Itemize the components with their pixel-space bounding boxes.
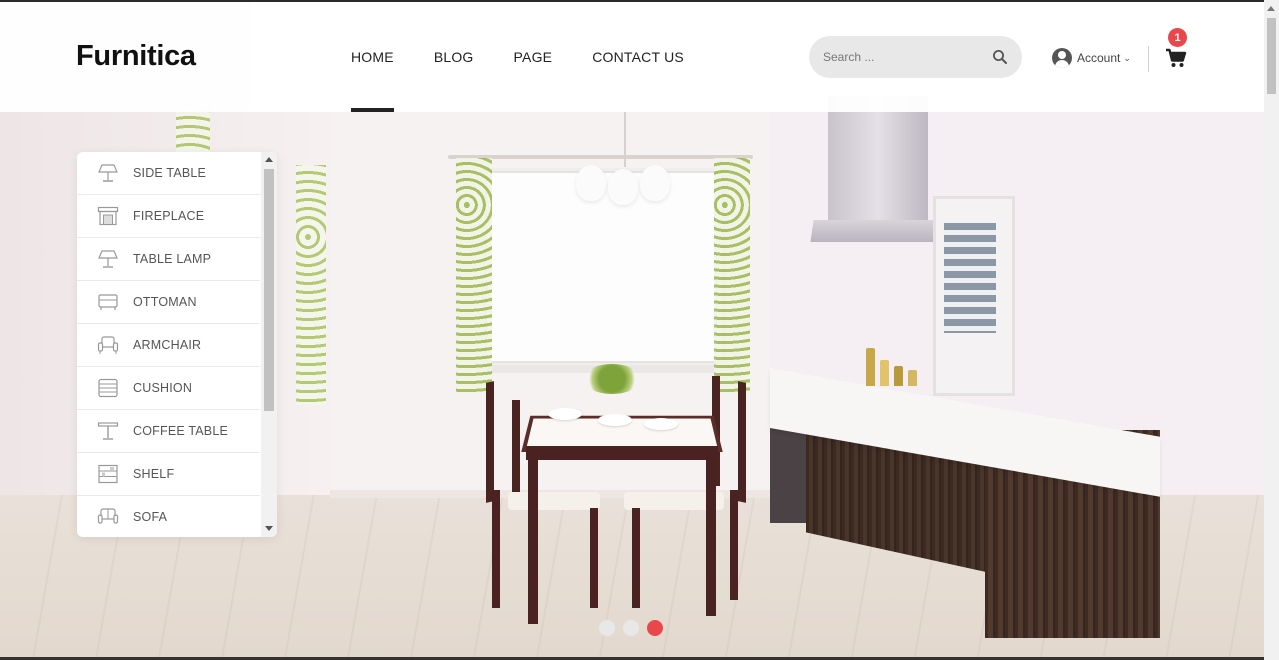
table-apron [526, 446, 718, 460]
nav-blog[interactable]: BLOG [434, 2, 474, 112]
category-label: ARMCHAIR [133, 338, 202, 352]
category-label: SIDE TABLE [133, 166, 207, 180]
lamp-icon [96, 248, 120, 270]
nav-contact-label: CONTACT US [592, 49, 684, 65]
search-icon[interactable] [992, 49, 1008, 65]
curtain-left [456, 158, 492, 393]
category-label: CUSHION [133, 381, 193, 395]
site-header: Furnitica HOME BLOG PAGE CONTACT US Acco… [0, 2, 1264, 112]
category-scrollbar-thumb[interactable] [264, 169, 274, 411]
nav-contact-us[interactable]: CONTACT US [592, 2, 684, 112]
category-item-shelf[interactable]: SHELF [77, 453, 260, 496]
flower-vase [583, 364, 641, 394]
account-menu[interactable]: Account ⌄ [1052, 48, 1131, 68]
nav-home[interactable]: HOME [351, 2, 394, 112]
category-item-fireplace[interactable]: FIREPLACE [77, 195, 260, 238]
search-box [809, 36, 1022, 78]
lamp-icon [96, 162, 120, 184]
curtain-rod [448, 155, 753, 159]
category-item-table-lamp[interactable]: TABLE LAMP [77, 238, 260, 281]
sofa-icon [96, 506, 120, 528]
chevron-down-icon: ⌄ [1123, 52, 1131, 63]
chair-seat [508, 492, 600, 510]
chair [512, 400, 520, 496]
fireplace-icon [96, 205, 120, 227]
slider-dot-3[interactable] [647, 620, 663, 636]
nav-page-label: PAGE [513, 49, 553, 65]
curtain-left-far-2 [296, 165, 326, 405]
page-scroll-up-arrow-icon[interactable] [1267, 6, 1275, 11]
cart-count-badge: 1 [1168, 28, 1187, 47]
cushion-icon [96, 377, 120, 399]
coffee-table-icon [96, 420, 120, 442]
cart-icon[interactable] [1165, 48, 1187, 68]
category-menu: SIDE TABLE FIREPLACE TABLE LAMP OTTOMAN … [77, 152, 277, 537]
nav-home-label: HOME [351, 49, 394, 65]
user-icon [1052, 48, 1072, 68]
scroll-down-arrow-icon[interactable] [265, 526, 273, 531]
category-label: COFFEE TABLE [133, 424, 229, 438]
category-label: FIREPLACE [133, 209, 205, 223]
category-item-side-table[interactable]: SIDE TABLE [77, 152, 260, 195]
nav-active-indicator [351, 108, 394, 112]
page-scrollbar-thumb[interactable] [1267, 18, 1276, 94]
main-nav: HOME BLOG PAGE CONTACT US [351, 2, 724, 112]
category-item-sofa[interactable]: SOFA [77, 496, 260, 537]
shelf-icon [96, 463, 120, 485]
page-scrollbar[interactable] [1264, 0, 1279, 660]
chair-leg [590, 508, 598, 608]
category-label: OTTOMAN [133, 295, 197, 309]
category-item-ottoman[interactable]: OTTOMAN [77, 281, 260, 324]
category-item-coffee-table[interactable]: COFFEE TABLE [77, 410, 260, 453]
range-hood [828, 96, 928, 226]
slider-dot-1[interactable] [599, 620, 615, 636]
bottles [866, 340, 926, 386]
ottoman-icon [96, 291, 120, 313]
site-logo[interactable]: Furnitica [76, 40, 196, 73]
table-leg [706, 456, 716, 616]
category-scrollbar[interactable] [261, 152, 277, 537]
armchair-icon [96, 334, 120, 356]
nav-page[interactable]: PAGE [514, 2, 553, 112]
account-label: Account [1077, 51, 1121, 65]
scroll-up-arrow-icon[interactable] [265, 157, 273, 162]
slider-pagination [599, 620, 671, 636]
chair-leg [632, 508, 640, 608]
slider-dot-2[interactable] [623, 620, 639, 636]
table-plates [548, 400, 688, 430]
chair [486, 381, 494, 503]
chair [738, 381, 746, 503]
back-door [933, 196, 1015, 396]
category-label: SOFA [133, 510, 168, 524]
header-divider [1148, 46, 1149, 72]
chair-leg [730, 490, 738, 600]
curtain-right [714, 158, 750, 393]
lamp-cord [624, 112, 626, 167]
pendant-lamp [576, 165, 674, 205]
nav-blog-label: BLOG [433, 49, 474, 65]
category-label: SHELF [133, 467, 175, 481]
category-label: TABLE LAMP [133, 252, 212, 266]
top-border [0, 0, 1279, 2]
chair-leg [492, 490, 500, 608]
table-leg [528, 456, 538, 624]
category-item-cushion[interactable]: CUSHION [77, 367, 260, 410]
category-item-armchair[interactable]: ARMCHAIR [77, 324, 260, 367]
search-input[interactable] [823, 50, 983, 64]
